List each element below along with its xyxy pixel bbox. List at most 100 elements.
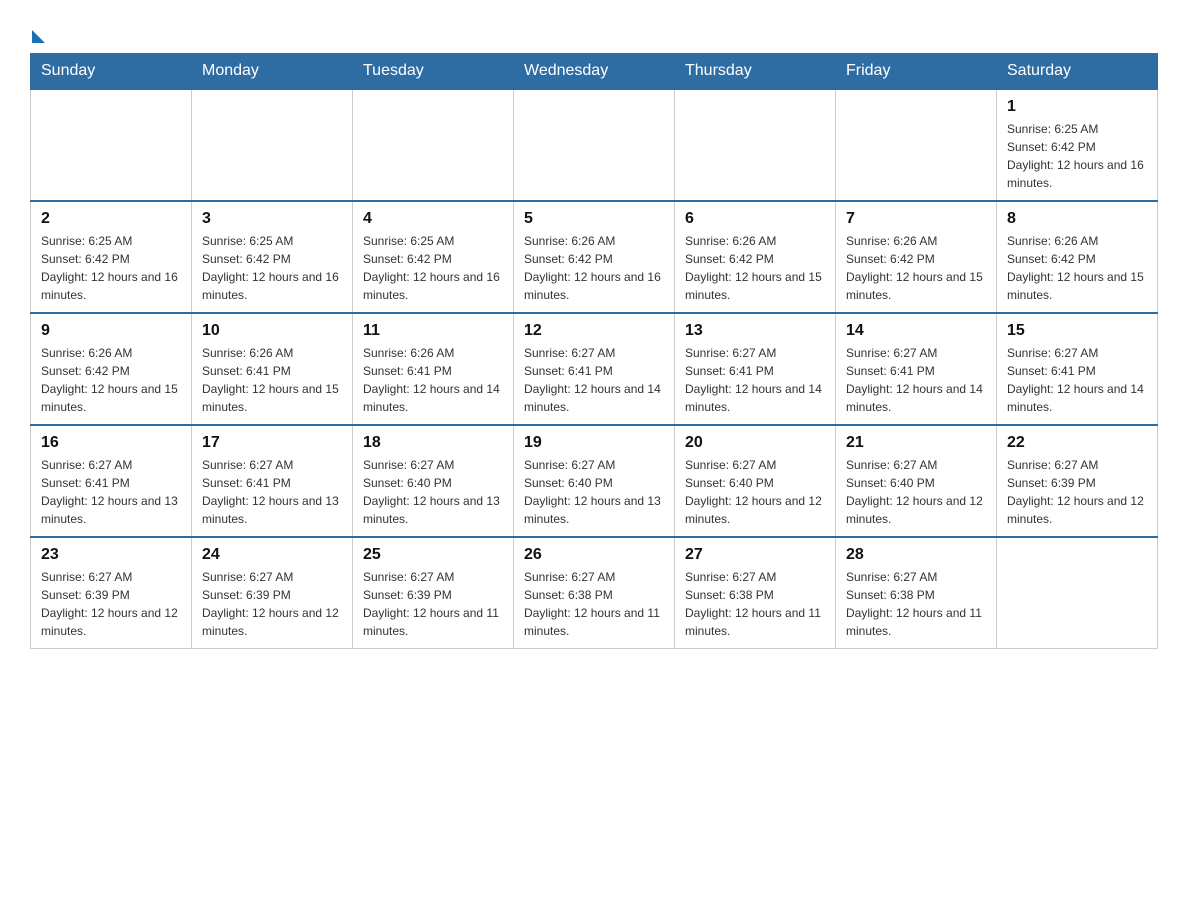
day-info: Sunrise: 6:27 AMSunset: 6:39 PMDaylight:… bbox=[41, 568, 181, 640]
day-number: 15 bbox=[1007, 322, 1147, 340]
day-info: Sunrise: 6:27 AMSunset: 6:40 PMDaylight:… bbox=[846, 456, 986, 528]
day-number: 9 bbox=[41, 322, 181, 340]
day-number: 1 bbox=[1007, 98, 1147, 116]
calendar-cell bbox=[675, 89, 836, 201]
day-number: 5 bbox=[524, 210, 664, 228]
day-number: 17 bbox=[202, 434, 342, 452]
weekday-header-friday: Friday bbox=[836, 54, 997, 90]
day-info: Sunrise: 6:27 AMSunset: 6:41 PMDaylight:… bbox=[846, 344, 986, 416]
day-info: Sunrise: 6:27 AMSunset: 6:39 PMDaylight:… bbox=[1007, 456, 1147, 528]
calendar-cell: 23 Sunrise: 6:27 AMSunset: 6:39 PMDayligh… bbox=[31, 537, 192, 649]
day-info: Sunrise: 6:27 AMSunset: 6:41 PMDaylight:… bbox=[524, 344, 664, 416]
calendar-cell: 20Sunrise: 6:27 AMSunset: 6:40 PMDayligh… bbox=[675, 425, 836, 537]
calendar-cell: 4 Sunrise: 6:25 AMSunset: 6:42 PMDaylight… bbox=[353, 201, 514, 313]
calendar-cell: 3Sunrise: 6:25 AMSunset: 6:42 PMDaylight… bbox=[192, 201, 353, 313]
logo bbox=[30, 24, 45, 43]
calendar-cell: 8Sunrise: 6:26 AMSunset: 6:42 PMDaylight… bbox=[997, 201, 1158, 313]
weekday-header-sunday: Sunday bbox=[31, 54, 192, 90]
calendar-cell bbox=[836, 89, 997, 201]
calendar-cell: 28 Sunrise: 6:27 AMSunset: 6:38 PMDayligh… bbox=[836, 537, 997, 649]
calendar-cell: 9 Sunrise: 6:26 AMSunset: 6:42 PMDaylight… bbox=[31, 313, 192, 425]
calendar-cell: 6 Sunrise: 6:26 AMSunset: 6:42 PMDaylight… bbox=[675, 201, 836, 313]
day-info: Sunrise: 6:26 AMSunset: 6:42 PMDaylight:… bbox=[524, 232, 664, 304]
calendar-cell: 11Sunrise: 6:26 AMSunset: 6:41 PMDayligh… bbox=[353, 313, 514, 425]
logo-arrow-icon bbox=[32, 30, 45, 43]
calendar-cell: 24 Sunrise: 6:27 AMSunset: 6:39 PMDayligh… bbox=[192, 537, 353, 649]
day-number: 4 bbox=[363, 210, 503, 228]
day-number: 6 bbox=[685, 210, 825, 228]
day-number: 24 bbox=[202, 546, 342, 564]
weekday-header-monday: Monday bbox=[192, 54, 353, 90]
day-info: Sunrise: 6:27 AMSunset: 6:39 PMDaylight:… bbox=[202, 568, 342, 640]
calendar-cell: 7 Sunrise: 6:26 AMSunset: 6:42 PMDaylight… bbox=[836, 201, 997, 313]
calendar-cell: 21 Sunrise: 6:27 AMSunset: 6:40 PMDayligh… bbox=[836, 425, 997, 537]
calendar-cell: 19 Sunrise: 6:27 AMSunset: 6:40 PMDayligh… bbox=[514, 425, 675, 537]
calendar-cell bbox=[31, 89, 192, 201]
day-number: 25 bbox=[363, 546, 503, 564]
page-header bbox=[30, 24, 1158, 43]
calendar-cell: 5 Sunrise: 6:26 AMSunset: 6:42 PMDaylight… bbox=[514, 201, 675, 313]
calendar-header: SundayMondayTuesdayWednesdayThursdayFrid… bbox=[31, 54, 1158, 90]
day-number: 7 bbox=[846, 210, 986, 228]
calendar-cell: 17 Sunrise: 6:27 AMSunset: 6:41 PMDayligh… bbox=[192, 425, 353, 537]
day-info: Sunrise: 6:27 AMSunset: 6:41 PMDaylight:… bbox=[1007, 344, 1147, 416]
day-number: 13 bbox=[685, 322, 825, 340]
calendar-body: 1 Sunrise: 6:25 AMSunset: 6:42 PMDaylight… bbox=[31, 89, 1158, 649]
calendar-cell: 16 Sunrise: 6:27 AMSunset: 6:41 PMDayligh… bbox=[31, 425, 192, 537]
weekday-header-tuesday: Tuesday bbox=[353, 54, 514, 90]
calendar-cell: 18 Sunrise: 6:27 AMSunset: 6:40 PMDayligh… bbox=[353, 425, 514, 537]
calendar-cell: 27 Sunrise: 6:27 AMSunset: 6:38 PMDayligh… bbox=[675, 537, 836, 649]
calendar-cell: 13 Sunrise: 6:27 AMSunset: 6:41 PMDayligh… bbox=[675, 313, 836, 425]
calendar-cell bbox=[997, 537, 1158, 649]
calendar-cell: 12 Sunrise: 6:27 AMSunset: 6:41 PMDayligh… bbox=[514, 313, 675, 425]
day-info: Sunrise: 6:27 AMSunset: 6:38 PMDaylight:… bbox=[685, 568, 825, 640]
day-info: Sunrise: 6:27 AMSunset: 6:41 PMDaylight:… bbox=[41, 456, 181, 528]
day-info: Sunrise: 6:27 AMSunset: 6:38 PMDaylight:… bbox=[524, 568, 664, 640]
calendar-cell bbox=[192, 89, 353, 201]
day-info: Sunrise: 6:25 AMSunset: 6:42 PMDaylight:… bbox=[363, 232, 503, 304]
day-info: Sunrise: 6:26 AMSunset: 6:42 PMDaylight:… bbox=[41, 344, 181, 416]
day-number: 2 bbox=[41, 210, 181, 228]
day-info: Sunrise: 6:26 AMSunset: 6:42 PMDaylight:… bbox=[846, 232, 986, 304]
day-info: Sunrise: 6:27 AMSunset: 6:38 PMDaylight:… bbox=[846, 568, 986, 640]
calendar-week-3: 9 Sunrise: 6:26 AMSunset: 6:42 PMDaylight… bbox=[31, 313, 1158, 425]
calendar-week-4: 16 Sunrise: 6:27 AMSunset: 6:41 PMDayligh… bbox=[31, 425, 1158, 537]
day-number: 21 bbox=[846, 434, 986, 452]
day-number: 27 bbox=[685, 546, 825, 564]
weekday-header-row: SundayMondayTuesdayWednesdayThursdayFrid… bbox=[31, 54, 1158, 90]
weekday-header-thursday: Thursday bbox=[675, 54, 836, 90]
day-info: Sunrise: 6:26 AMSunset: 6:41 PMDaylight:… bbox=[363, 344, 503, 416]
day-number: 22 bbox=[1007, 434, 1147, 452]
day-info: Sunrise: 6:27 AMSunset: 6:40 PMDaylight:… bbox=[685, 456, 825, 528]
day-info: Sunrise: 6:27 AMSunset: 6:41 PMDaylight:… bbox=[685, 344, 825, 416]
day-number: 28 bbox=[846, 546, 986, 564]
calendar-week-5: 23 Sunrise: 6:27 AMSunset: 6:39 PMDayligh… bbox=[31, 537, 1158, 649]
day-number: 16 bbox=[41, 434, 181, 452]
calendar-cell: 10 Sunrise: 6:26 AMSunset: 6:41 PMDayligh… bbox=[192, 313, 353, 425]
calendar-cell: 14Sunrise: 6:27 AMSunset: 6:41 PMDayligh… bbox=[836, 313, 997, 425]
calendar-week-1: 1 Sunrise: 6:25 AMSunset: 6:42 PMDaylight… bbox=[31, 89, 1158, 201]
day-number: 23 bbox=[41, 546, 181, 564]
day-info: Sunrise: 6:26 AMSunset: 6:42 PMDaylight:… bbox=[685, 232, 825, 304]
calendar-table: SundayMondayTuesdayWednesdayThursdayFrid… bbox=[30, 53, 1158, 649]
day-info: Sunrise: 6:27 AMSunset: 6:40 PMDaylight:… bbox=[524, 456, 664, 528]
day-info: Sunrise: 6:27 AMSunset: 6:41 PMDaylight:… bbox=[202, 456, 342, 528]
day-number: 18 bbox=[363, 434, 503, 452]
day-info: Sunrise: 6:25 AMSunset: 6:42 PMDaylight:… bbox=[41, 232, 181, 304]
calendar-week-2: 2 Sunrise: 6:25 AMSunset: 6:42 PMDaylight… bbox=[31, 201, 1158, 313]
day-info: Sunrise: 6:27 AMSunset: 6:40 PMDaylight:… bbox=[363, 456, 503, 528]
day-info: Sunrise: 6:25 AMSunset: 6:42 PMDaylight:… bbox=[202, 232, 342, 304]
weekday-header-saturday: Saturday bbox=[997, 54, 1158, 90]
day-info: Sunrise: 6:26 AMSunset: 6:41 PMDaylight:… bbox=[202, 344, 342, 416]
calendar-cell: 15 Sunrise: 6:27 AMSunset: 6:41 PMDayligh… bbox=[997, 313, 1158, 425]
day-info: Sunrise: 6:25 AMSunset: 6:42 PMDaylight:… bbox=[1007, 120, 1147, 192]
day-number: 12 bbox=[524, 322, 664, 340]
day-number: 19 bbox=[524, 434, 664, 452]
calendar-cell bbox=[353, 89, 514, 201]
calendar-cell: 1 Sunrise: 6:25 AMSunset: 6:42 PMDaylight… bbox=[997, 89, 1158, 201]
day-info: Sunrise: 6:27 AMSunset: 6:39 PMDaylight:… bbox=[363, 568, 503, 640]
day-number: 10 bbox=[202, 322, 342, 340]
calendar-cell: 22 Sunrise: 6:27 AMSunset: 6:39 PMDayligh… bbox=[997, 425, 1158, 537]
calendar-cell: 2 Sunrise: 6:25 AMSunset: 6:42 PMDaylight… bbox=[31, 201, 192, 313]
calendar-cell: 26Sunrise: 6:27 AMSunset: 6:38 PMDayligh… bbox=[514, 537, 675, 649]
